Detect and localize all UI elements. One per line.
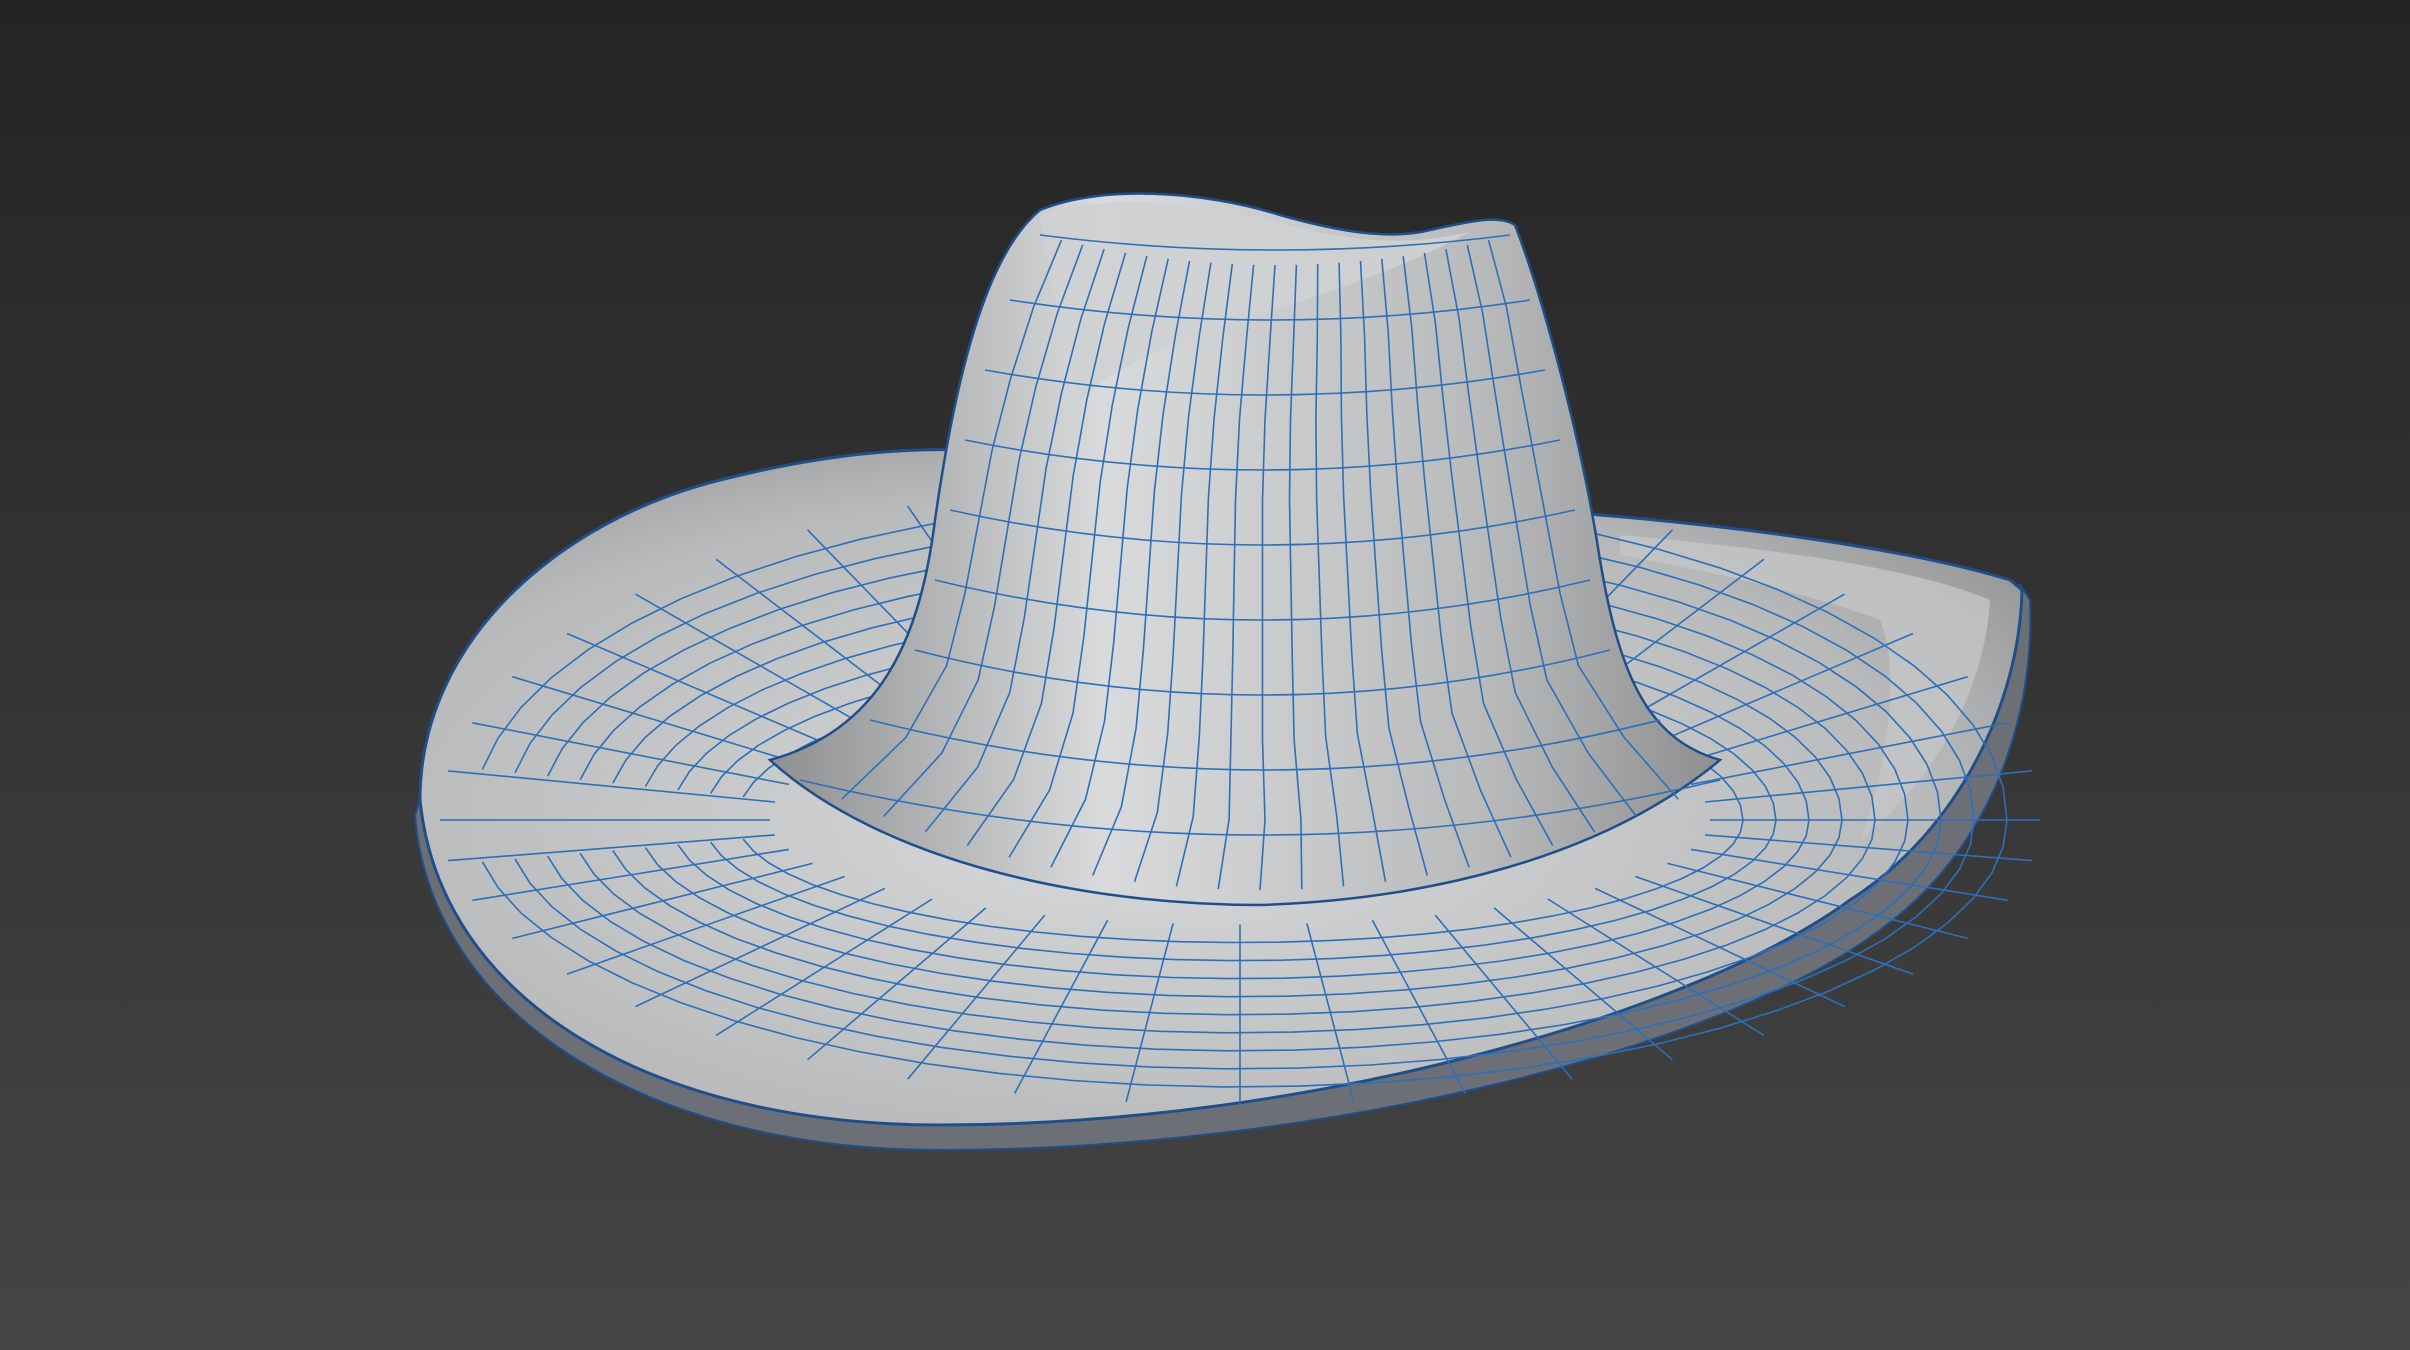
3d-viewport[interactable]: [0, 0, 2410, 1350]
viewport-canvas[interactable]: [0, 0, 2410, 1350]
